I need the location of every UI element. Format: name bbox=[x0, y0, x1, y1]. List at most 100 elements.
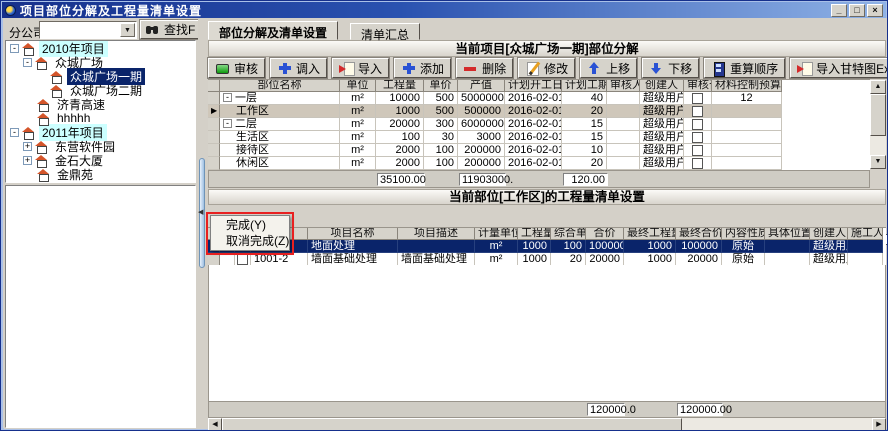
parts-toolbar-button[interactable]: 导入甘特图Excel bbox=[790, 58, 888, 78]
parts-toolbar-button[interactable]: 上移 bbox=[580, 58, 637, 78]
chevron-down-icon[interactable]: ▼ bbox=[120, 23, 135, 37]
cell bbox=[607, 105, 640, 118]
parts-toolbar-button-label: 添加 bbox=[420, 60, 444, 77]
total-sum: 120000.0 bbox=[587, 403, 625, 416]
row-indicator bbox=[208, 118, 220, 131]
find-button[interactable]: 查找F bbox=[140, 20, 201, 39]
collapse-icon[interactable]: - bbox=[10, 44, 19, 53]
collapse-icon[interactable]: - bbox=[10, 128, 19, 137]
audit-checkbox[interactable] bbox=[692, 132, 703, 143]
table-row[interactable]: 生活区m²1003030002016-02-0115超级用户 bbox=[208, 131, 870, 144]
table-row[interactable]: 地面处理m²10001001000001000100000原始超级用户 bbox=[208, 240, 886, 253]
column-header: 计划开工日期 bbox=[505, 80, 562, 92]
panel-splitter[interactable]: ◀ bbox=[198, 18, 207, 429]
cell[interactable] bbox=[684, 92, 712, 105]
column-header: 审核否 bbox=[684, 80, 712, 92]
boq-grid-hscrollbar[interactable]: ◀ ▶ bbox=[208, 418, 886, 431]
maximize-button[interactable]: □ bbox=[849, 4, 865, 17]
cell: 10 bbox=[562, 144, 607, 157]
close-button[interactable]: × bbox=[867, 4, 883, 17]
cell: m² bbox=[475, 253, 518, 265]
cell bbox=[607, 144, 640, 157]
scroll-down-icon[interactable]: ▼ bbox=[870, 155, 886, 169]
cell[interactable] bbox=[684, 131, 712, 144]
parts-toolbar: 审核调入 导入 添加删除修改上移 下移重算顺序导入甘特图Excel bbox=[208, 58, 886, 78]
scroll-up-icon[interactable]: ▲ bbox=[870, 80, 886, 94]
cell[interactable] bbox=[684, 144, 712, 157]
cell: 20000 bbox=[676, 253, 722, 265]
table-row[interactable]: 1001-2墙面基础处理墙面基础处理m²10002020000100020000… bbox=[208, 253, 886, 265]
calculator-icon bbox=[711, 62, 726, 75]
cell: m² bbox=[340, 105, 376, 118]
collapse-icon[interactable]: - bbox=[223, 93, 232, 102]
parts-toolbar-button[interactable]: 下移 bbox=[642, 58, 699, 78]
company-combobox[interactable]: ▼ bbox=[39, 21, 137, 39]
row-indicator bbox=[208, 131, 220, 144]
vscroll-thumb[interactable] bbox=[870, 94, 886, 136]
column-header: 材料控制预算 bbox=[712, 80, 782, 92]
row-indicator-header bbox=[208, 80, 220, 92]
parts-toolbar-button[interactable]: 删除 bbox=[456, 58, 513, 78]
column-header: 单位 bbox=[340, 80, 376, 92]
table-row[interactable]: ▶工作区m²10005005000002016-02-0120超级用户 bbox=[208, 105, 870, 118]
parts-toolbar-button[interactable]: 导入 bbox=[332, 58, 389, 78]
column-header: 工程量 bbox=[376, 80, 424, 92]
audit-checkbox[interactable] bbox=[692, 158, 703, 169]
tree-item[interactable]: +金石大厦 bbox=[6, 153, 195, 167]
cell: 2016-02-01 bbox=[505, 131, 562, 144]
parts-toolbar-button[interactable]: 审核 bbox=[208, 58, 265, 78]
parts-toolbar-button[interactable]: 修改 bbox=[518, 58, 575, 78]
table-row[interactable]: -一层m²1000050050000002016-02-0140超级用户12 bbox=[208, 92, 870, 105]
column-header: 项目描述 bbox=[398, 228, 475, 240]
tree-item[interactable]: 金鼎苑 bbox=[6, 167, 195, 181]
scroll-right-icon[interactable]: ▶ bbox=[872, 418, 886, 431]
column-header: 计量单位 bbox=[475, 228, 518, 240]
cell: 300 bbox=[424, 118, 458, 131]
cell: 原始 bbox=[722, 253, 765, 265]
tree-item[interactable]: 济青高速 bbox=[6, 97, 195, 111]
row-indicator bbox=[208, 253, 220, 265]
audit-checkbox[interactable] bbox=[692, 106, 703, 117]
table-row[interactable]: 接待区m²20001002000002016-02-0110超级用户 bbox=[208, 144, 870, 157]
parts-toolbar-button[interactable]: 添加 bbox=[394, 58, 451, 78]
parts-grid-header: 部位名称单位工程量单价产值计划开工日期计划工期审核人创建人审核否材料控制预算 bbox=[208, 80, 870, 92]
cell[interactable] bbox=[684, 118, 712, 131]
table-row[interactable]: 休闲区m²20001002000002016-02-0120超级用户 bbox=[208, 157, 870, 170]
part-name: 休闲区 bbox=[236, 157, 269, 169]
minimize-button[interactable]: _ bbox=[831, 4, 847, 17]
cell[interactable] bbox=[684, 105, 712, 118]
parts-toolbar-button[interactable]: 重算顺序 bbox=[704, 58, 785, 78]
cell: 超级用户 bbox=[810, 253, 848, 265]
tab-parts-setup[interactable]: 部位分解及清单设置 bbox=[208, 21, 338, 40]
done-checkbox[interactable] bbox=[237, 254, 248, 265]
audit-checkbox[interactable] bbox=[692, 93, 703, 104]
expand-icon[interactable]: + bbox=[23, 156, 32, 165]
tab-list-summary[interactable]: 清单汇总 bbox=[350, 23, 420, 40]
cell: 超级用户 bbox=[640, 118, 684, 131]
parts-toolbar-button-label: 导入 bbox=[358, 60, 382, 77]
collapse-icon[interactable]: - bbox=[23, 58, 32, 67]
column-header: 审核人 bbox=[607, 80, 640, 92]
menu-item[interactable]: 完成(Y) bbox=[212, 217, 288, 233]
house-icon bbox=[37, 169, 50, 180]
parts-grid-vscrollbar[interactable]: ▲ ▼ bbox=[870, 80, 886, 169]
audit-checkbox[interactable] bbox=[692, 119, 703, 130]
cell bbox=[607, 118, 640, 131]
expand-icon[interactable]: + bbox=[23, 142, 32, 151]
house-icon bbox=[35, 57, 48, 68]
cell bbox=[712, 144, 782, 157]
parts-toolbar-button-label: 下移 bbox=[668, 60, 692, 77]
collapse-icon[interactable]: - bbox=[223, 119, 232, 128]
menu-item[interactable]: 取消完成(Z) bbox=[212, 233, 288, 249]
cell: 20 bbox=[562, 105, 607, 118]
row-indicator: ▶ bbox=[208, 105, 220, 118]
parts-toolbar-button[interactable]: 调入 bbox=[270, 58, 327, 78]
scroll-left-icon[interactable]: ◀ bbox=[208, 418, 222, 431]
collapse-left-icon[interactable]: ◀ bbox=[198, 208, 203, 216]
cell[interactable] bbox=[684, 157, 712, 170]
tree-item-label: 金鼎苑 bbox=[54, 166, 96, 183]
hscroll-thumb[interactable] bbox=[222, 418, 682, 431]
audit-checkbox[interactable] bbox=[692, 145, 703, 156]
column-header: 最终合价 bbox=[676, 228, 722, 240]
table-row[interactable]: -二层m²2000030060000002016-02-0115超级用户 bbox=[208, 118, 870, 131]
